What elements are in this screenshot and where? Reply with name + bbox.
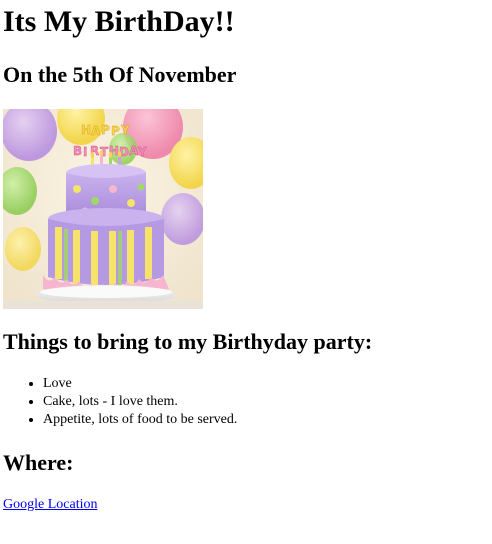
birthday-cake-image: H A P P Y B I R T H D A Y xyxy=(3,109,203,309)
page-subtitle: On the 5th Of November xyxy=(3,62,237,87)
svg-text:A: A xyxy=(91,124,101,138)
svg-text:B: B xyxy=(73,144,82,158)
birthday-cake-icon: H A P P Y B I R T H D A Y xyxy=(3,109,203,309)
svg-text:P: P xyxy=(101,123,110,137)
svg-text:I: I xyxy=(83,145,87,159)
svg-text:H: H xyxy=(81,123,91,137)
list-item: Appetite, lots of food to be served. xyxy=(43,411,237,429)
things-heading: Things to bring to my Birthyday party: xyxy=(3,329,373,354)
list-item: Cake, lots - I love them. xyxy=(43,393,237,411)
svg-text:Y: Y xyxy=(137,145,147,159)
where-heading: Where: xyxy=(3,450,74,475)
google-location-link[interactable]: Google Location xyxy=(3,496,97,514)
svg-text:Y: Y xyxy=(120,123,130,137)
list-item: Love xyxy=(43,375,237,393)
page-title: Its My BirthDay!! xyxy=(3,5,235,38)
things-list: Love Cake, lots - I love them. Appetite,… xyxy=(3,375,237,429)
svg-text:P: P xyxy=(111,124,120,138)
